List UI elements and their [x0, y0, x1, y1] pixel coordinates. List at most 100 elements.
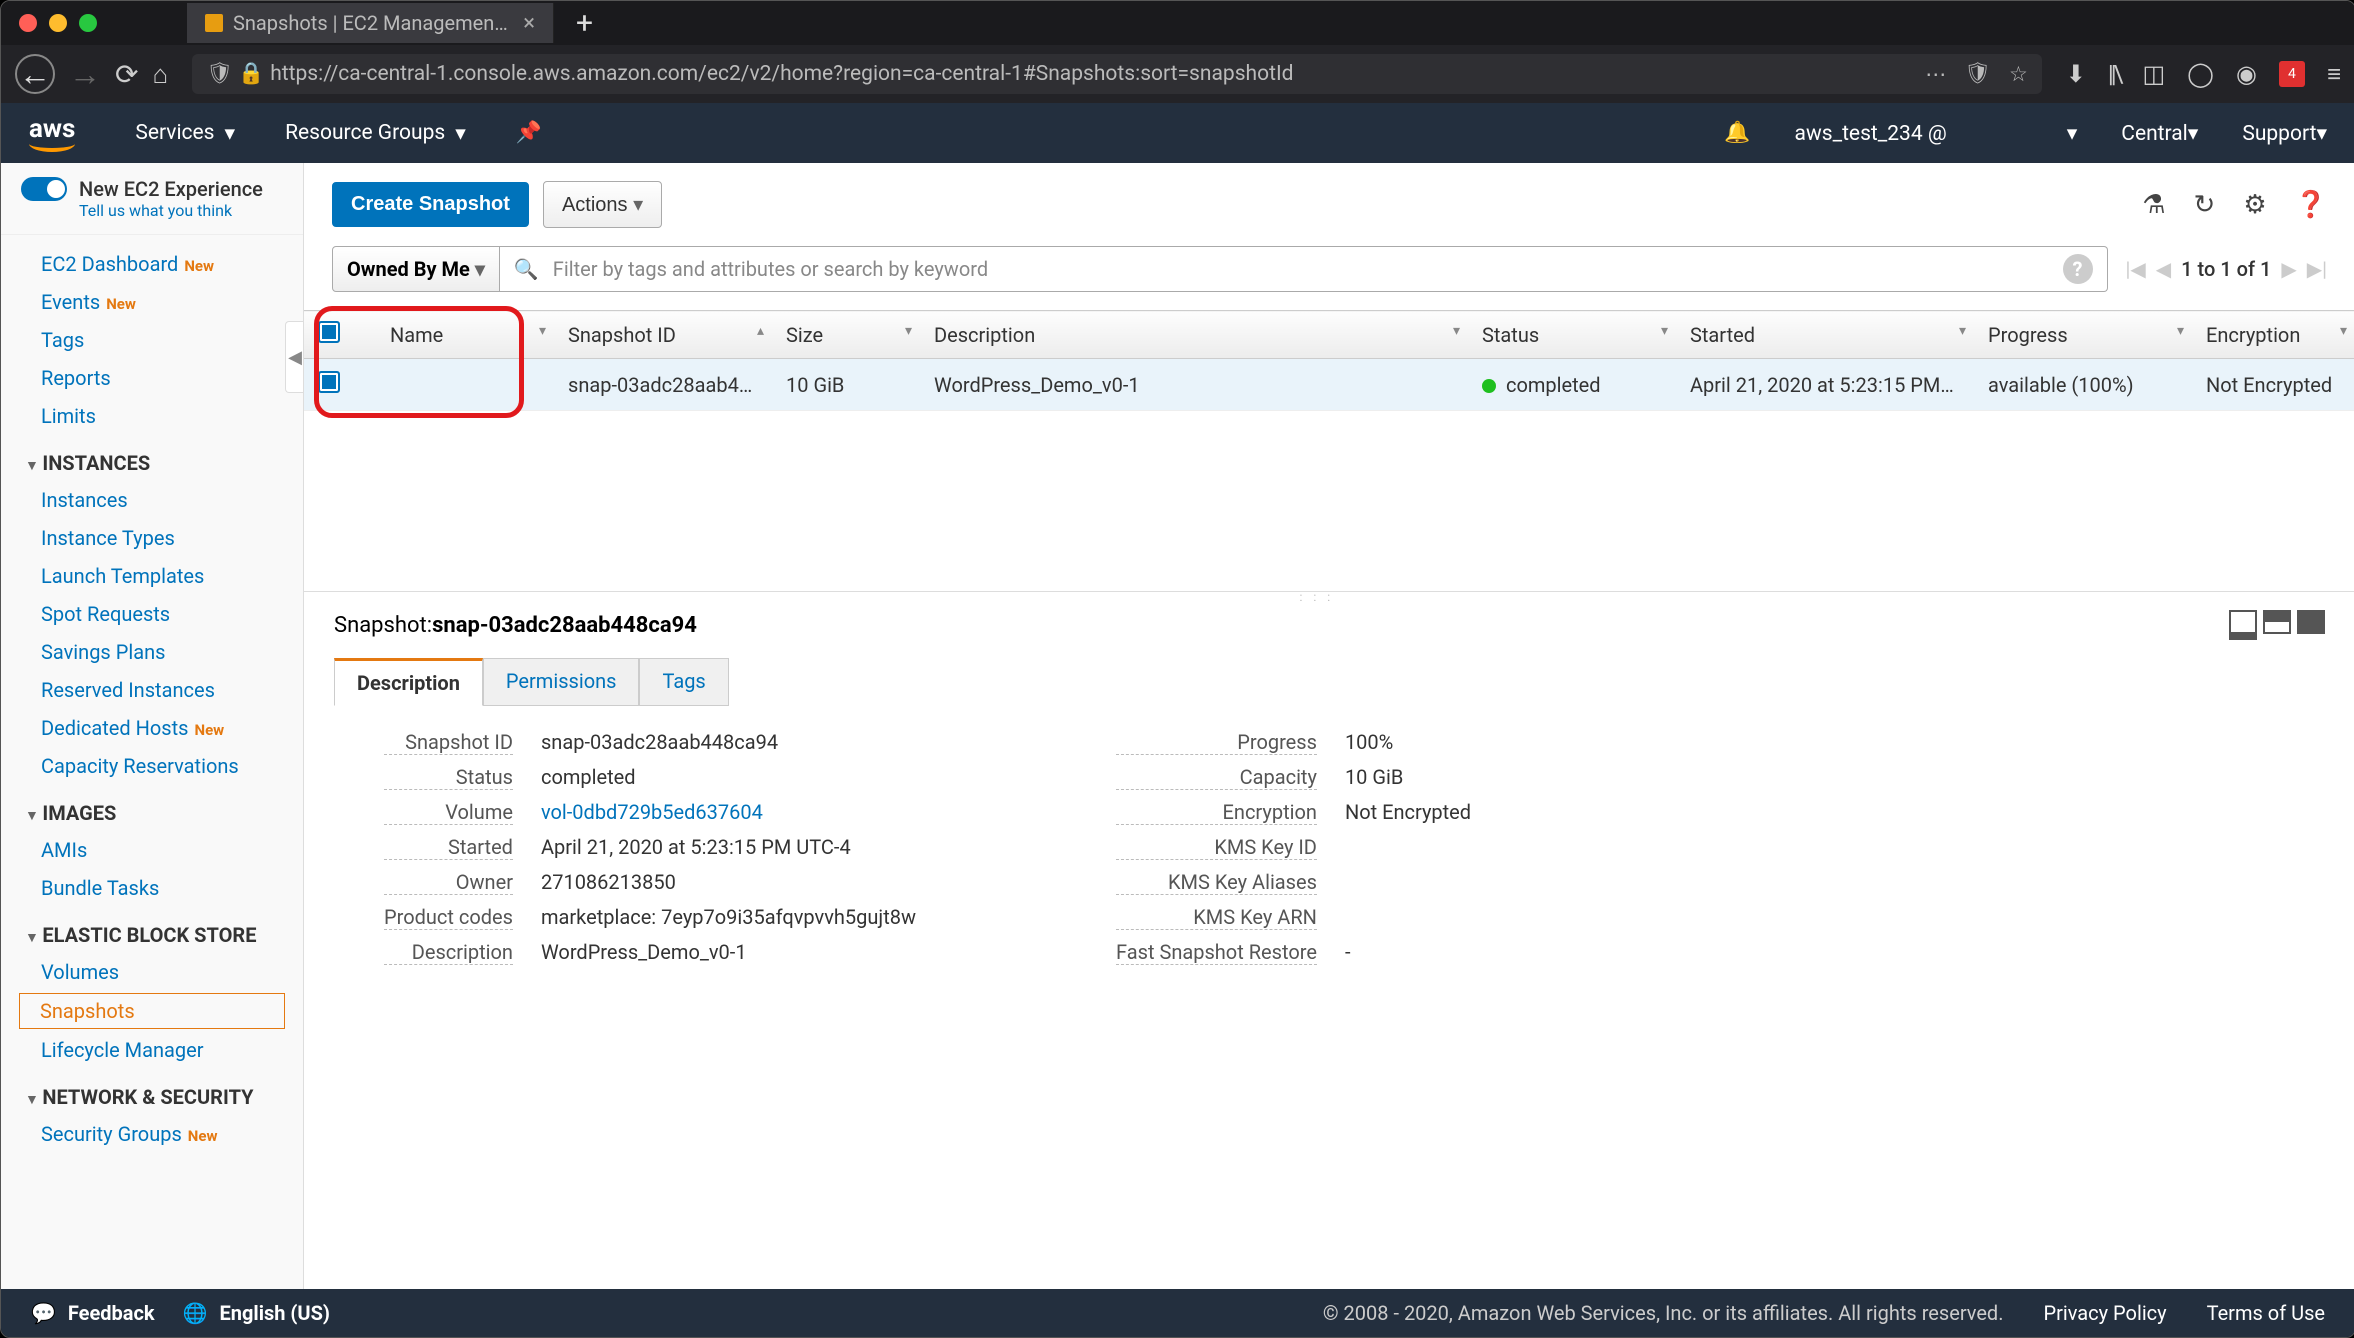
services-menu[interactable]: Services▾: [135, 121, 235, 146]
column-header[interactable]: Description▾: [920, 311, 1468, 359]
sidebar-item[interactable]: EventsNew: [1, 283, 303, 321]
page-last-icon[interactable]: ▶|: [2307, 257, 2327, 281]
account-icon[interactable]: ◯: [2187, 60, 2214, 88]
sidebar-item[interactable]: Instances: [1, 481, 303, 519]
sidebar-item[interactable]: Lifecycle Manager: [1, 1031, 303, 1069]
more-icon[interactable]: ⋯: [1925, 62, 1946, 87]
sidebar-item[interactable]: Tags: [1, 321, 303, 359]
account-menu[interactable]: aws_test_234 @▾: [1795, 121, 2078, 146]
support-menu[interactable]: Support▾: [2242, 121, 2327, 146]
select-all-checkbox[interactable]: [318, 321, 340, 343]
terms-link[interactable]: Terms of Use: [2207, 1301, 2325, 1325]
browser-toolbar: ← → ⟳ ⌂ 🛡 🔒 https://ca-central-1.console…: [1, 45, 2354, 103]
column-header[interactable]: Name▾: [376, 311, 554, 359]
actions-dropdown[interactable]: Actions: [543, 181, 662, 228]
column-header[interactable]: Started▾: [1676, 311, 1974, 359]
pane-layout-3-icon[interactable]: [2297, 610, 2325, 634]
sidebar-item[interactable]: Capacity Reservations: [1, 747, 303, 785]
sidebar-section-header[interactable]: IMAGES: [1, 785, 303, 831]
feedback-icon[interactable]: 💬: [31, 1301, 56, 1325]
split-drag-handle[interactable]: [1300, 586, 1360, 596]
new-experience-sub[interactable]: Tell us what you think: [79, 201, 263, 220]
detail-key: Owner: [384, 870, 513, 895]
sidebar-item[interactable]: Spot Requests: [1, 595, 303, 633]
sidebar-item[interactable]: Instance Types: [1, 519, 303, 557]
sidebar-section-header[interactable]: NETWORK & SECURITY: [1, 1069, 303, 1115]
page-first-icon[interactable]: |◀: [2126, 257, 2146, 281]
close-tab-icon[interactable]: ×: [523, 11, 535, 36]
detail-tab[interactable]: Tags: [639, 658, 728, 706]
addon-badge-icon[interactable]: 4: [2279, 61, 2305, 87]
close-window-button[interactable]: [19, 14, 37, 32]
search-input[interactable]: 🔍 Filter by tags and attributes or searc…: [500, 246, 2108, 292]
sidebar-item[interactable]: Bundle Tasks: [1, 869, 303, 907]
library-icon[interactable]: ||\: [2108, 60, 2121, 88]
back-button[interactable]: ←: [15, 54, 55, 94]
sidebar-item[interactable]: Dedicated HostsNew: [1, 709, 303, 747]
sidebar-item[interactable]: Launch Templates: [1, 557, 303, 595]
table-row[interactable]: snap-03adc28aab4…10 GiBWordPress_Demo_v0…: [304, 359, 2354, 411]
sidebar-item[interactable]: Snapshots: [19, 993, 285, 1029]
home-button[interactable]: ⌂: [152, 59, 168, 90]
region-menu[interactable]: Central▾: [2121, 121, 2198, 146]
aws-logo[interactable]: aws: [29, 114, 75, 152]
extension-icon[interactable]: ◉: [2236, 60, 2257, 88]
new-experience-toggle[interactable]: [21, 177, 67, 201]
maximize-window-button[interactable]: [79, 14, 97, 32]
column-header[interactable]: Status▾: [1468, 311, 1676, 359]
detail-key: Snapshot ID: [384, 730, 513, 755]
detail-value: snap-03adc28aab448ca94: [541, 730, 916, 755]
query-help-icon[interactable]: ?: [2063, 254, 2093, 284]
ownership-filter-dropdown[interactable]: Owned By Me ▾: [332, 246, 500, 292]
feedback-link[interactable]: Feedback: [68, 1301, 155, 1325]
pane-layout-2-icon[interactable]: [2263, 610, 2291, 634]
help-icon[interactable]: ❓: [2295, 190, 2327, 220]
column-header[interactable]: Progress▾: [1974, 311, 2192, 359]
menu-icon[interactable]: ≡: [2327, 60, 2341, 89]
sidebar-item[interactable]: Security GroupsNew: [1, 1115, 303, 1153]
row-checkbox[interactable]: [318, 371, 340, 393]
column-header[interactable]: Encryption▾: [2192, 311, 2354, 359]
resource-groups-menu[interactable]: Resource Groups▾: [285, 121, 466, 146]
sidebar-item[interactable]: Savings Plans: [1, 633, 303, 671]
sidebar-icon[interactable]: ◫: [2142, 60, 2165, 88]
sidebar-item[interactable]: Limits: [1, 397, 303, 435]
page-next-icon[interactable]: ▶: [2281, 257, 2296, 281]
column-header[interactable]: Snapshot ID▴: [554, 311, 772, 359]
reader-icon[interactable]: 🛡: [1964, 62, 1991, 86]
globe-icon[interactable]: 🌐: [183, 1301, 208, 1325]
sidebar-section-header[interactable]: INSTANCES: [1, 435, 303, 481]
new-tab-button[interactable]: +: [576, 6, 593, 41]
bell-icon[interactable]: 🔔: [1724, 121, 1750, 145]
minimize-window-button[interactable]: [49, 14, 67, 32]
experiment-icon[interactable]: ⚗: [2142, 190, 2165, 220]
pane-layout-1-icon[interactable]: [2229, 610, 2257, 640]
language-select[interactable]: English (US): [220, 1301, 330, 1325]
column-header[interactable]: Size▾: [772, 311, 920, 359]
sidebar-item[interactable]: Reports: [1, 359, 303, 397]
refresh-icon[interactable]: ↻: [2194, 190, 2216, 220]
sidebar-item[interactable]: EC2 DashboardNew: [1, 245, 303, 283]
star-icon[interactable]: ☆: [2009, 62, 2028, 87]
gear-icon[interactable]: ⚙: [2243, 190, 2266, 220]
tab-title: Snapshots | EC2 Management C: [233, 11, 511, 35]
sidebar-item[interactable]: AMIs: [1, 831, 303, 869]
page-prev-icon[interactable]: ◀: [2156, 257, 2171, 281]
detail-tab[interactable]: Permissions: [483, 658, 640, 706]
reload-button[interactable]: ⟳: [115, 58, 138, 91]
browser-tab[interactable]: Snapshots | EC2 Management C ×: [187, 3, 554, 43]
url-bar[interactable]: 🛡 🔒 https://ca-central-1.console.aws.ama…: [192, 54, 2042, 94]
pin-icon[interactable]: 📌: [516, 121, 542, 146]
search-placeholder: Filter by tags and attributes or search …: [553, 257, 2055, 281]
detail-value[interactable]: vol-0dbd729b5ed637604: [541, 800, 916, 825]
privacy-link[interactable]: Privacy Policy: [2043, 1301, 2166, 1325]
collapse-sidebar-button[interactable]: ◀: [285, 321, 304, 393]
snapshots-table: Name▾Snapshot ID▴Size▾Description▾Status…: [304, 310, 2354, 411]
forward-button[interactable]: →: [69, 55, 101, 93]
sidebar-item[interactable]: Volumes: [1, 953, 303, 991]
detail-tab[interactable]: Description: [334, 658, 483, 706]
sidebar-item[interactable]: Reserved Instances: [1, 671, 303, 709]
create-snapshot-button[interactable]: Create Snapshot: [332, 182, 529, 227]
sidebar-section-header[interactable]: ELASTIC BLOCK STORE: [1, 907, 303, 953]
downloads-icon[interactable]: ⬇: [2066, 60, 2086, 88]
